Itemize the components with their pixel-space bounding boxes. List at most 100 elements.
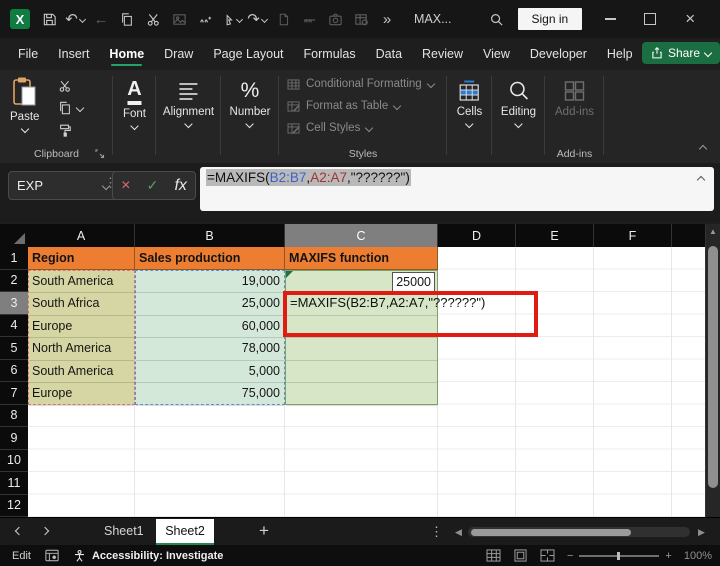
- row-header-3[interactable]: 3: [0, 292, 28, 315]
- addins-button[interactable]: Add-ins: [555, 79, 594, 118]
- copy-button[interactable]: [58, 101, 83, 115]
- hscroll-right-icon[interactable]: ▶: [698, 527, 705, 538]
- column-header-d[interactable]: D: [438, 224, 516, 247]
- formula-input[interactable]: =MAXIFS(B2:B7,A2:A7,"??????"): [200, 167, 714, 211]
- sheet-tab-sheet1[interactable]: Sheet1: [92, 518, 156, 545]
- page-break-view-icon[interactable]: [540, 549, 555, 562]
- paste-button[interactable]: Paste: [10, 76, 39, 132]
- touch-mode-icon[interactable]: [218, 6, 244, 32]
- column-header-b[interactable]: B: [135, 224, 285, 247]
- zoom-slider[interactable]: − +: [567, 550, 672, 562]
- column-header-e[interactable]: E: [516, 224, 594, 247]
- cell-b6[interactable]: 5,000: [136, 361, 284, 384]
- zoom-in-icon[interactable]: +: [665, 550, 671, 562]
- close-button[interactable]: ×: [670, 0, 710, 38]
- cell-b4[interactable]: 60,000: [136, 316, 284, 339]
- camera-icon[interactable]: [322, 6, 348, 32]
- zoom-level[interactable]: 100%: [684, 550, 712, 562]
- zoom-out-icon[interactable]: −: [567, 550, 573, 562]
- minimize-button[interactable]: [590, 0, 630, 38]
- cell-c5[interactable]: [286, 338, 437, 361]
- cell-b5[interactable]: 78,000: [136, 338, 284, 361]
- tab-view[interactable]: View: [473, 39, 520, 69]
- column-header-c[interactable]: C: [285, 224, 438, 247]
- undo-icon[interactable]: ↶: [62, 6, 88, 32]
- draft-icon[interactable]: [296, 6, 322, 32]
- back-icon[interactable]: ←: [88, 6, 114, 32]
- cell-b1[interactable]: Sales production: [135, 247, 285, 270]
- row-header-5[interactable]: 5: [0, 337, 28, 360]
- cell-a5[interactable]: North America: [29, 338, 134, 361]
- vertical-scrollbar-thumb[interactable]: [708, 246, 718, 488]
- search-icon[interactable]: [484, 6, 510, 32]
- tab-insert[interactable]: Insert: [48, 39, 99, 69]
- cell-b2[interactable]: 19,000: [136, 271, 284, 294]
- font-button[interactable]: A Font: [123, 79, 146, 129]
- accessibility-status[interactable]: Accessibility: Investigate: [92, 550, 223, 562]
- column-header-partial[interactable]: [672, 224, 706, 247]
- select-all-corner[interactable]: [0, 224, 29, 248]
- share-button[interactable]: Share: [642, 42, 720, 64]
- tab-data[interactable]: Data: [366, 39, 412, 69]
- tab-home[interactable]: Home: [99, 39, 154, 69]
- cell-c6[interactable]: [286, 361, 437, 384]
- cell-b3[interactable]: 25,000: [136, 293, 284, 316]
- row-header-4[interactable]: 4: [0, 315, 28, 338]
- save-icon[interactable]: [36, 6, 62, 32]
- row-header-6[interactable]: 6: [0, 360, 28, 383]
- cell-c7[interactable]: [286, 383, 437, 406]
- sheet-tab-sheet2[interactable]: Sheet2: [156, 519, 214, 545]
- confirm-entry-button[interactable]: ✓: [147, 177, 159, 194]
- maximize-button[interactable]: [630, 0, 670, 38]
- qat-overflow-icon[interactable]: »: [374, 6, 400, 32]
- add-sheet-button[interactable]: +: [252, 518, 276, 545]
- cell-a1[interactable]: Region: [28, 247, 135, 270]
- copy-icon[interactable]: [114, 6, 140, 32]
- tab-review[interactable]: Review: [412, 39, 473, 69]
- picture-icon[interactable]: [166, 6, 192, 32]
- row-header-8[interactable]: 8: [0, 405, 28, 428]
- sign-in-button[interactable]: Sign in: [518, 8, 583, 30]
- row-header-1[interactable]: 1: [0, 247, 28, 270]
- cancel-entry-button[interactable]: ×: [121, 178, 130, 194]
- row-header-12[interactable]: 12: [0, 495, 28, 518]
- table-preview-icon[interactable]: [348, 6, 374, 32]
- tab-file[interactable]: File: [8, 39, 48, 69]
- alignment-button[interactable]: Alignment: [163, 79, 214, 127]
- column-header-f[interactable]: F: [594, 224, 672, 247]
- conditional-formatting-button[interactable]: Conditional Formatting: [287, 78, 434, 90]
- cells-button[interactable]: Cells: [457, 79, 483, 127]
- vertical-scrollbar[interactable]: ▲: [705, 224, 720, 517]
- cell-a6[interactable]: South America: [29, 361, 134, 384]
- row-header-7[interactable]: 7: [0, 382, 28, 405]
- cell-a2[interactable]: South America: [29, 271, 134, 294]
- row-header-2[interactable]: 2: [0, 270, 28, 293]
- cut-button[interactable]: [58, 79, 72, 93]
- accessibility-icon[interactable]: [73, 549, 86, 563]
- normal-view-icon[interactable]: [486, 549, 501, 562]
- hscroll-left-icon[interactable]: ◀: [455, 527, 462, 538]
- cell-a3[interactable]: South Africa: [29, 293, 134, 316]
- horizontal-scrollbar-thumb[interactable]: [471, 529, 631, 536]
- sheet-nav-next-icon[interactable]: [41, 527, 49, 535]
- tab-formulas[interactable]: Formulas: [294, 39, 366, 69]
- number-button[interactable]: % Number: [230, 79, 271, 127]
- horizontal-scrollbar[interactable]: [468, 527, 690, 537]
- column-header-a[interactable]: A: [28, 224, 135, 247]
- page-layout-view-icon[interactable]: [513, 549, 528, 562]
- scroll-up-icon[interactable]: ▲: [706, 227, 720, 236]
- clipboard-dialog-launcher[interactable]: [95, 149, 105, 159]
- zoom-slider-track[interactable]: [579, 555, 659, 557]
- tab-draw[interactable]: Draw: [154, 39, 203, 69]
- cell-a4[interactable]: Europe: [29, 316, 134, 339]
- editing-button[interactable]: Editing: [501, 79, 536, 127]
- sheet-tab-more-icon[interactable]: ⋮: [430, 518, 443, 545]
- format-as-table-button[interactable]: Format as Table: [287, 100, 400, 112]
- row-header-11[interactable]: 11: [0, 472, 28, 495]
- tab-help[interactable]: Help: [597, 39, 643, 69]
- cell-styles-button[interactable]: Cell Styles: [287, 122, 372, 134]
- cell-b7[interactable]: 75,000: [136, 383, 284, 406]
- tab-page-layout[interactable]: Page Layout: [203, 39, 293, 69]
- zoom-slider-thumb[interactable]: [617, 552, 620, 560]
- cell-a7[interactable]: Europe: [29, 383, 134, 406]
